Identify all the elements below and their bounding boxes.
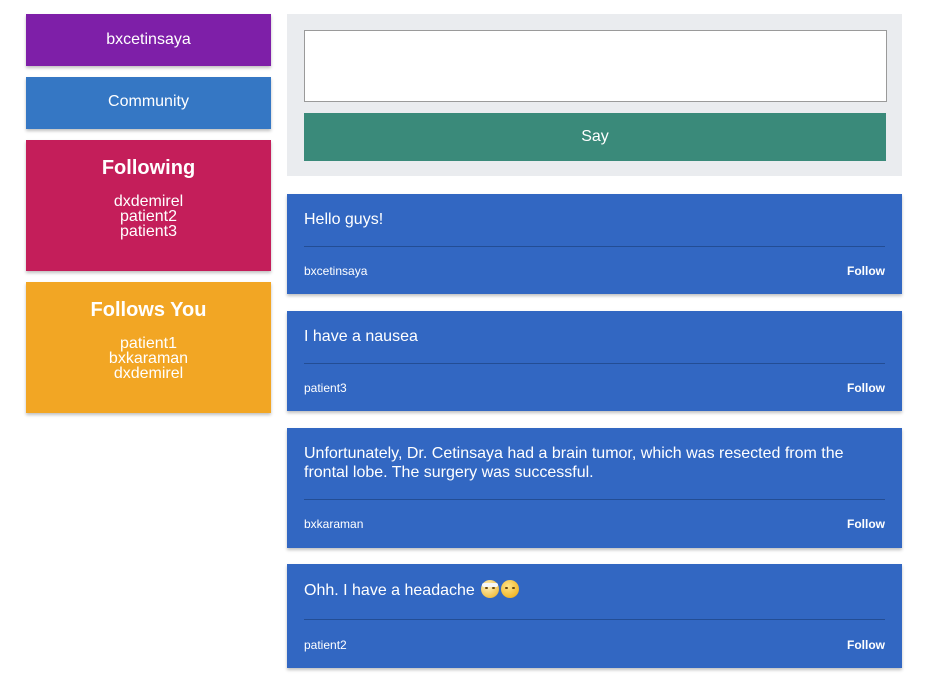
follower-item[interactable]: bxkaraman: [26, 351, 271, 367]
post-author[interactable]: bxkaraman: [304, 517, 363, 531]
post-card: I have a nausea patient3 Follow: [287, 311, 902, 411]
post-text: Ohh. I have a headache: [304, 582, 475, 599]
sidebar: bxcetinsaya Community Following dxdemire…: [26, 14, 271, 413]
follows-you-list: patient1 bxkaraman dxdemirel: [26, 336, 271, 382]
follows-you-title: Follows You: [90, 299, 207, 321]
head-bandage-emoji-icon: [481, 580, 500, 598]
post-author[interactable]: bxcetinsaya: [304, 264, 367, 278]
post-text-container: Ohh. I have a headache: [304, 580, 884, 600]
community-link[interactable]: Community: [26, 77, 271, 129]
profile-username: bxcetinsaya: [106, 31, 191, 48]
post-card: Ohh. I have a headache patient2 Follow: [287, 564, 902, 668]
follow-button[interactable]: Follow: [847, 638, 885, 652]
post-divider: [304, 499, 885, 500]
woozy-face-emoji-icon: [501, 580, 520, 598]
post-text: Hello guys!: [304, 211, 384, 228]
post-divider: [304, 619, 885, 620]
following-list: dxdemirel patient2 patient3: [26, 194, 271, 240]
follower-item[interactable]: dxdemirel: [26, 366, 271, 382]
follower-item[interactable]: patient1: [26, 336, 271, 352]
community-label: Community: [108, 93, 189, 110]
follow-button[interactable]: Follow: [847, 381, 885, 395]
follows-you-card: Follows You patient1 bxkaraman dxdemirel: [26, 282, 271, 413]
following-item[interactable]: patient2: [26, 209, 271, 225]
post-composer: Say: [287, 14, 902, 176]
post-author[interactable]: patient3: [304, 381, 347, 395]
following-title: Following: [101, 157, 196, 179]
post-divider: [304, 246, 885, 247]
post-author[interactable]: patient2: [304, 638, 347, 652]
post-text: I have a nausea: [304, 328, 418, 345]
message-input[interactable]: [304, 30, 887, 102]
follow-button[interactable]: Follow: [847, 264, 885, 278]
post-divider: [304, 363, 885, 364]
following-card: Following dxdemirel patient2 patient3: [26, 140, 271, 271]
post-card: Unfortunately, Dr. Cetinsaya had a brain…: [287, 428, 902, 548]
post-text: Unfortunately, Dr. Cetinsaya had a brain…: [304, 445, 844, 481]
profile-card[interactable]: bxcetinsaya: [26, 14, 271, 66]
say-button[interactable]: Say: [304, 113, 886, 161]
post-card: Hello guys! bxcetinsaya Follow: [287, 194, 902, 294]
following-item[interactable]: dxdemirel: [26, 194, 271, 210]
follow-button[interactable]: Follow: [847, 517, 885, 531]
following-item[interactable]: patient3: [26, 224, 271, 240]
